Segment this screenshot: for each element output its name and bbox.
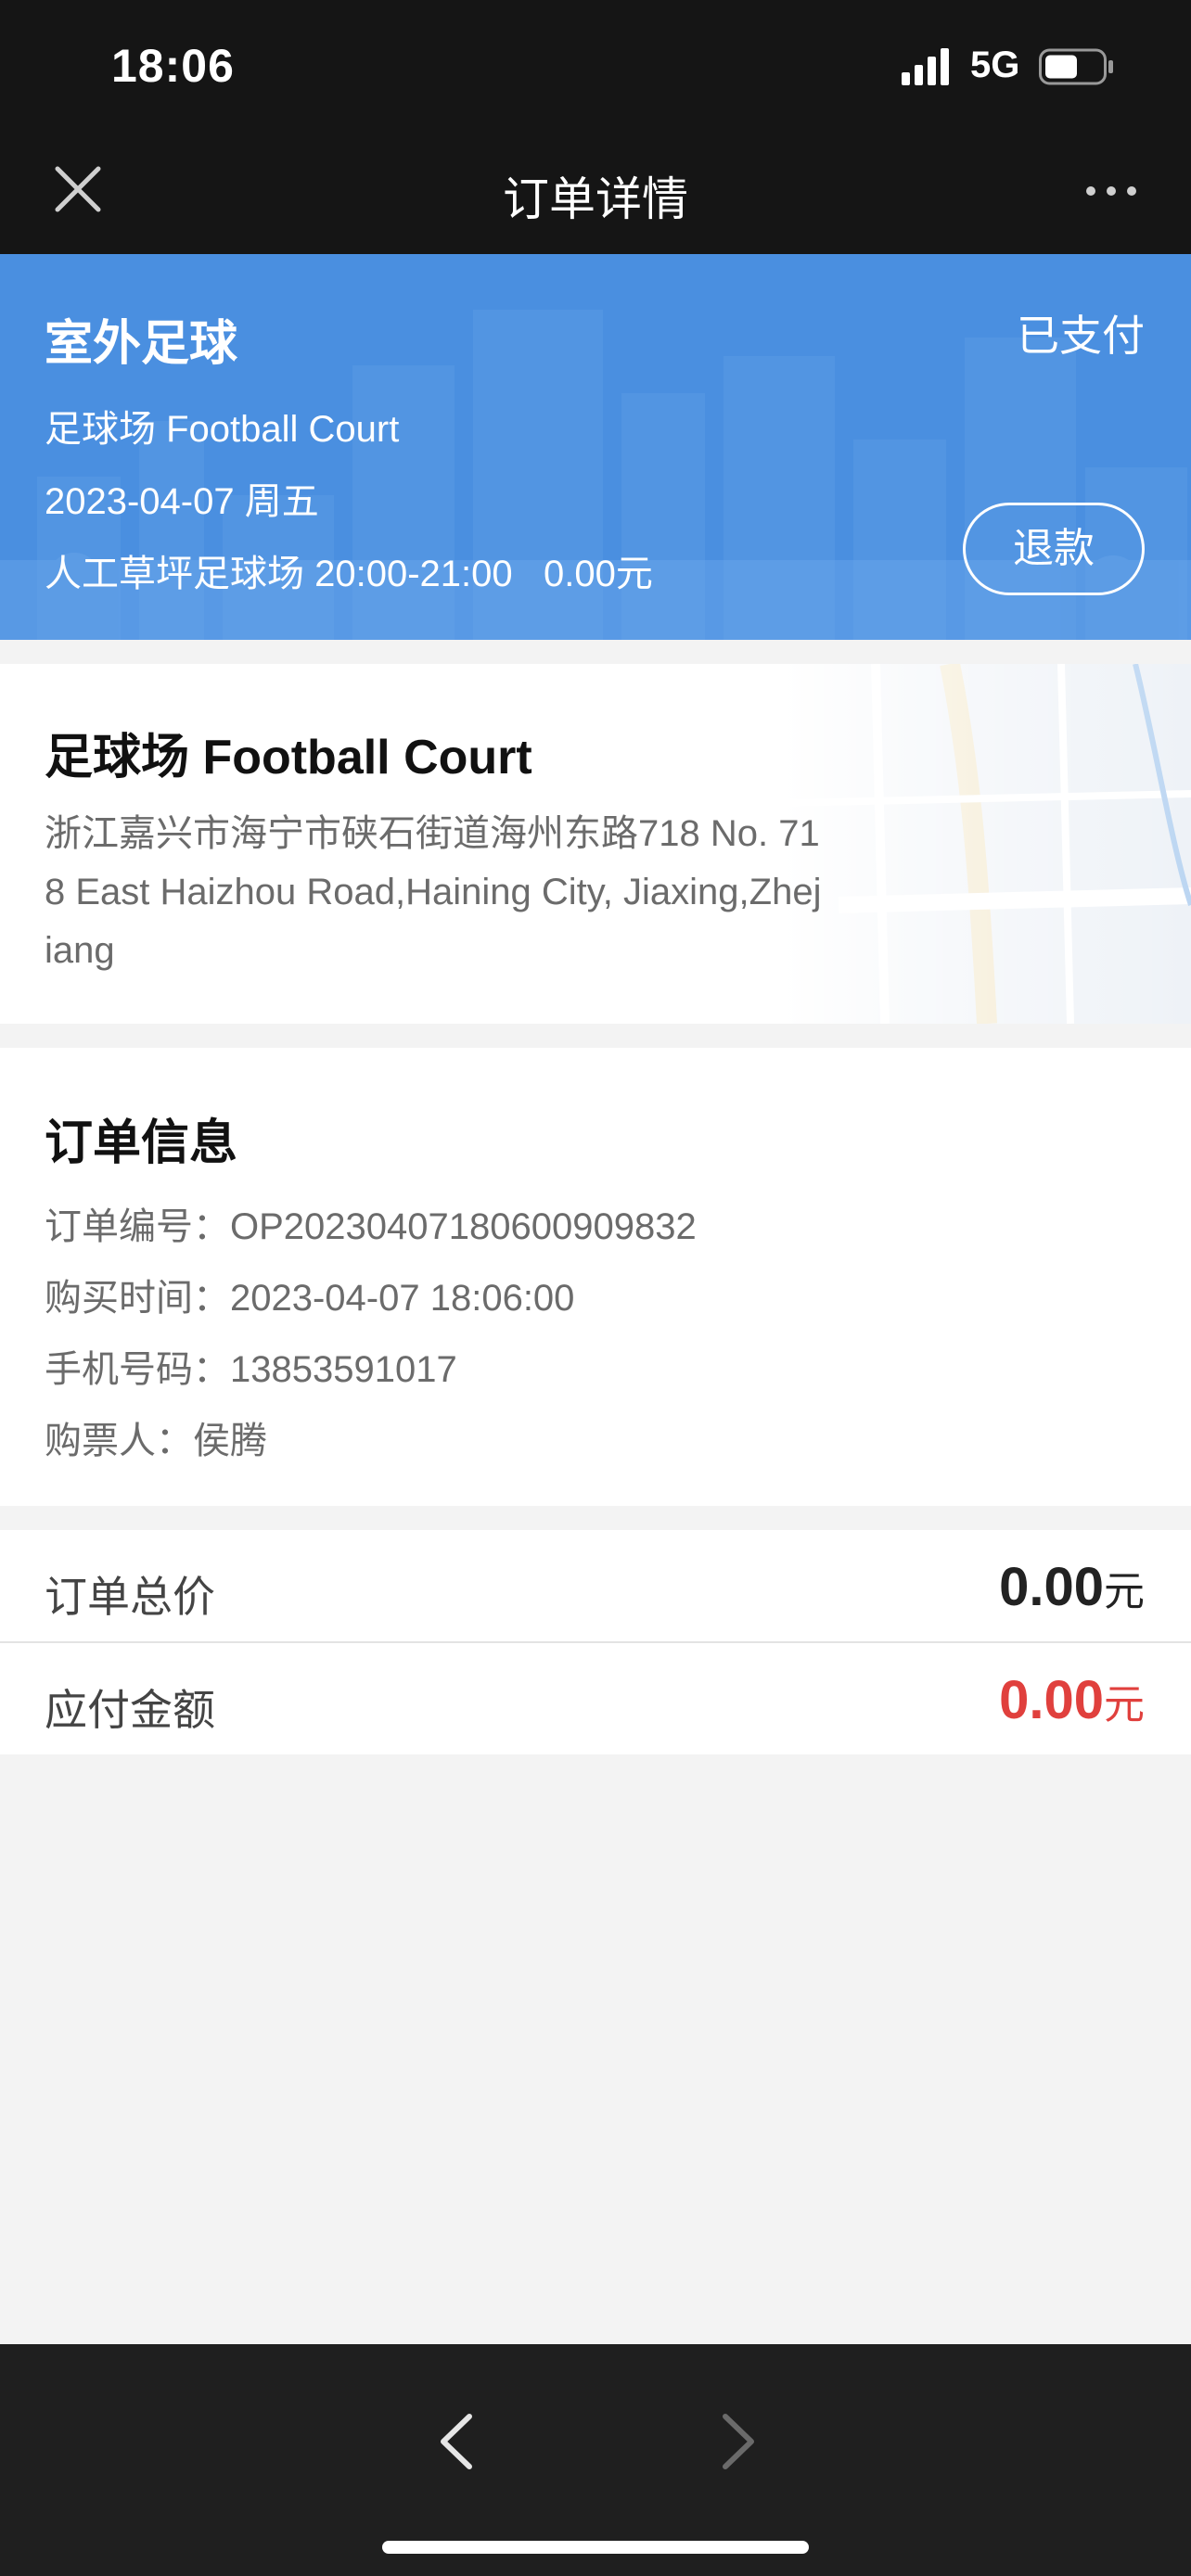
order-total-label: 订单总价 <box>45 1573 215 1621</box>
venue-address: 浙江嘉兴市海宁市硖石街道海州东路718 No. 718 East Haizhou… <box>45 813 822 971</box>
network-type: 5G <box>970 45 1020 85</box>
amount-due-value: 0.00元 <box>999 1669 1145 1731</box>
page-title: 订单详情 <box>503 173 688 225</box>
order-info-title: 订单信息 <box>45 1116 238 1170</box>
order-total-amount: 0.00 <box>999 1557 1104 1617</box>
purchase-time: 购买时间：2023-04-07 18:06:00 <box>45 1278 575 1319</box>
signal-icon <box>902 48 949 85</box>
back-arrow-icon[interactable] <box>429 2409 484 2474</box>
phone-number: 手机号码：13853591017 <box>45 1349 457 1390</box>
top-bar: 18:06 5G 订单详情 <box>0 0 1191 254</box>
bottom-toolbar <box>0 2344 1191 2576</box>
purchaser-name: 购票人：侯腾 <box>45 1421 267 1461</box>
booking-header: 室外足球 已支付 足球场 Football Court 2023-04-07 周… <box>0 254 1191 640</box>
order-number: 订单编号：OP20230407180600909832 <box>45 1206 697 1247</box>
battery-icon <box>1039 48 1113 85</box>
amount-due-unit: 元 <box>1104 1682 1145 1728</box>
payment-status: 已支付 <box>1017 312 1145 360</box>
header-date: 2023-04-07 周五 <box>45 481 319 522</box>
amount-due-row: 应付金额 0.00元 <box>0 1643 1191 1754</box>
order-total-value: 0.00元 <box>999 1556 1145 1618</box>
forward-arrow-icon[interactable] <box>711 2409 766 2474</box>
refund-button[interactable]: 退款 <box>963 503 1145 595</box>
venue-card[interactable]: 足球场 Football Court 浙江嘉兴市海宁市硖石街道海州东路718 N… <box>0 664 1191 1024</box>
more-icon[interactable] <box>1083 182 1139 200</box>
order-total-unit: 元 <box>1104 1569 1145 1614</box>
venue-name: 足球场 Football Court <box>45 731 532 784</box>
order-info-card: 订单信息 订单编号：OP20230407180600909832 购买时间：20… <box>0 1048 1191 1506</box>
activity-title: 室外足球 <box>45 317 238 371</box>
order-total-row: 订单总价 0.00元 <box>0 1530 1191 1641</box>
header-venue: 足球场 Football Court <box>45 409 400 450</box>
status-time: 18:06 <box>111 40 235 92</box>
amount-due-amount: 0.00 <box>999 1670 1104 1730</box>
amount-due-label: 应付金额 <box>45 1686 215 1734</box>
map-thumbnail[interactable] <box>783 664 1191 1024</box>
header-slot: 人工草坪足球场 20:00-21:00 0.00元 <box>45 554 653 594</box>
home-indicator[interactable] <box>382 2541 809 2554</box>
